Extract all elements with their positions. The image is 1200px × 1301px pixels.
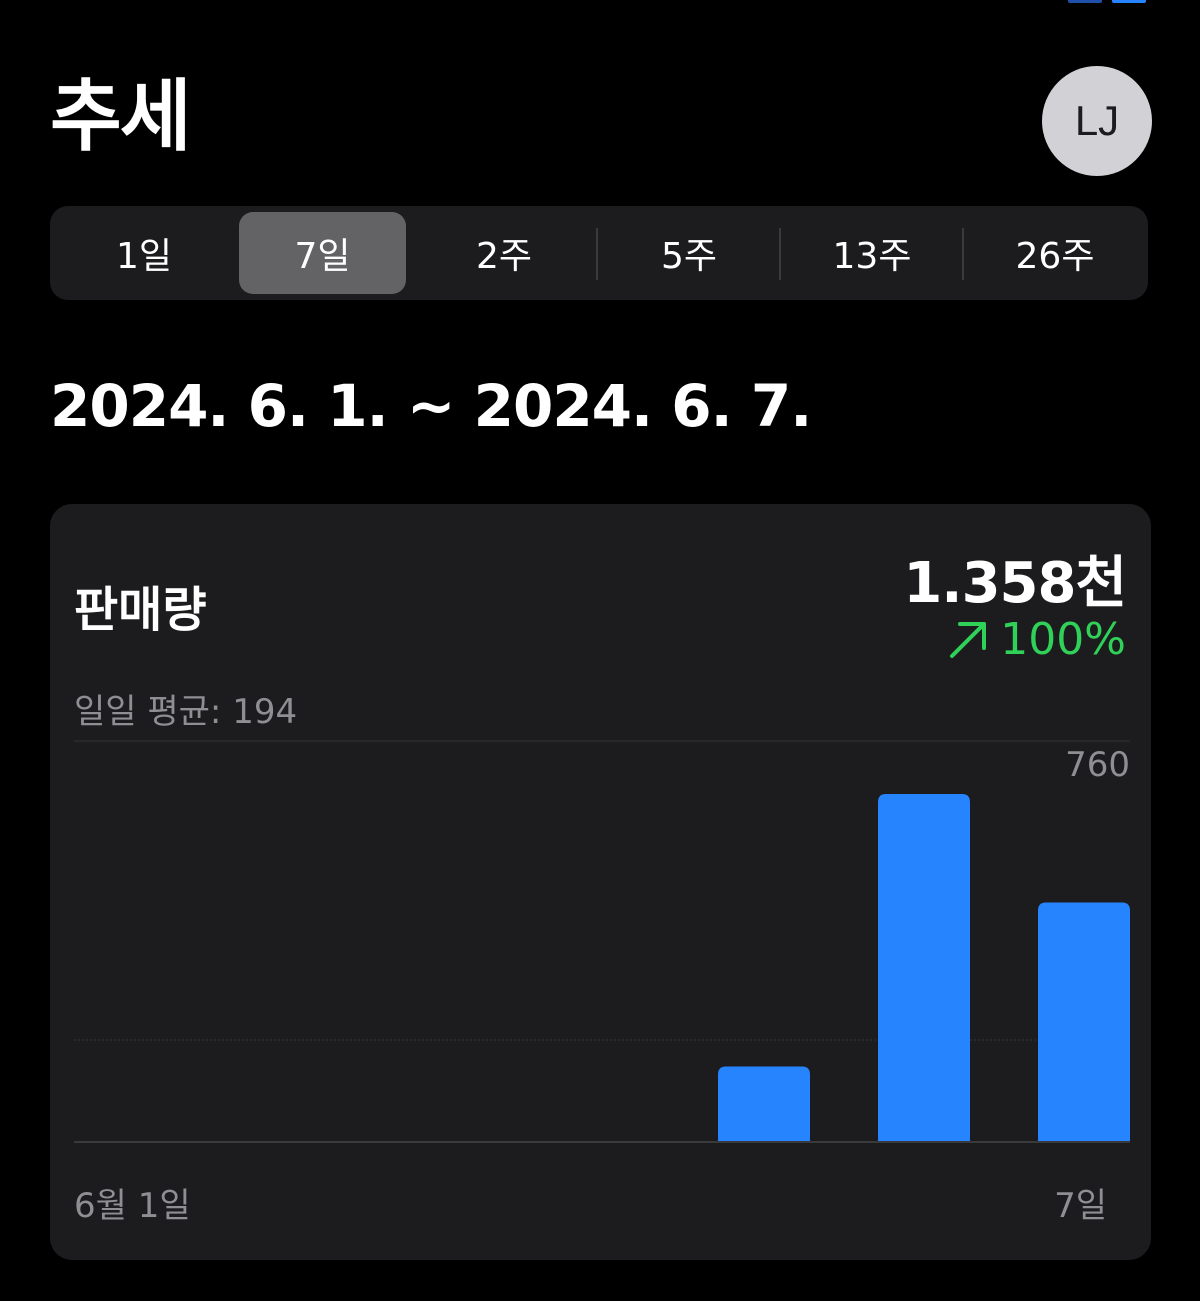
date-range: 2024. 6. 1. ~ 2024. 6. 7. — [50, 372, 812, 440]
status-indicator — [1068, 0, 1148, 4]
bar-6월 5일 — [718, 1066, 810, 1142]
metric-change-value: 100% — [1000, 614, 1126, 665]
metric-label: 판매량 — [74, 582, 207, 638]
avatar-initials: LJ — [1074, 97, 1120, 144]
segment-divider — [962, 228, 964, 280]
metric-value: 1.358천 — [903, 551, 1127, 616]
period-7-day[interactable]: 7일 — [239, 212, 406, 294]
period-5-week[interactable]: 5주 — [599, 212, 779, 294]
y-axis-max-label: 760 — [1065, 745, 1130, 785]
arrow-up-right-icon — [950, 621, 987, 658]
period-2-week[interactable]: 2주 — [414, 212, 594, 294]
metric-change: 100% — [948, 614, 1126, 665]
bar-6월 7일 — [1038, 902, 1130, 1142]
x-axis-label-start: 6월 1일 — [74, 1186, 191, 1226]
avatar[interactable]: LJ — [1042, 66, 1152, 176]
sales-bar-chart: 760 — [74, 740, 1130, 1143]
page-title: 추세 — [50, 72, 192, 162]
period-26-week[interactable]: 26주 — [965, 212, 1145, 294]
period-segmented-control: 1일 7일 2주 5주 13주 26주 — [50, 206, 1148, 300]
segment-divider — [779, 228, 781, 280]
x-axis-label-end: 7일 — [1054, 1186, 1107, 1226]
segment-divider — [596, 228, 598, 280]
period-13-week[interactable]: 13주 — [782, 212, 962, 294]
daily-average: 일일 평균: 194 — [74, 692, 298, 732]
sales-card[interactable]: 판매량 1.358천 100% 일일 평균: 194 760 6월 1일 7일 — [50, 504, 1151, 1260]
bar-6월 6일 — [878, 794, 970, 1142]
period-1-day[interactable]: 1일 — [56, 212, 232, 294]
